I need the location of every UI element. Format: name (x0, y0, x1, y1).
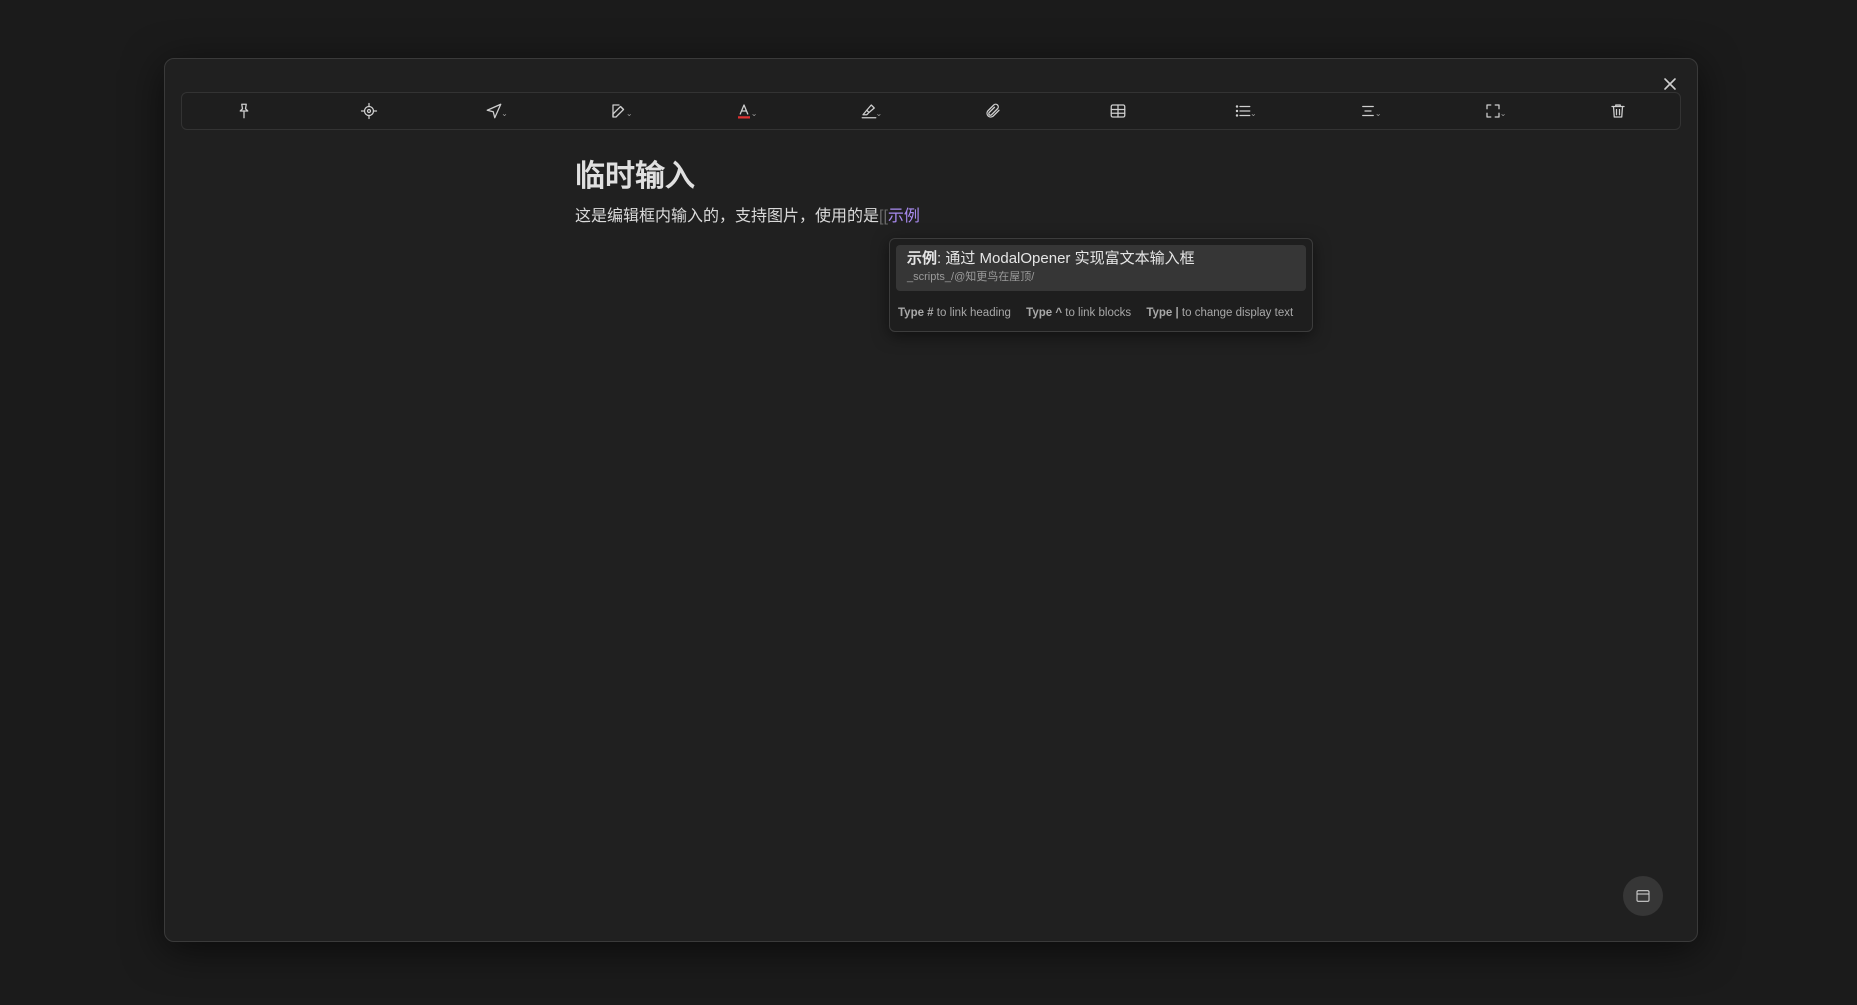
delete-button[interactable] (1598, 96, 1638, 126)
hint-key: Type | (1146, 307, 1179, 319)
link-suggestion-popup: 示例: 通过 ModalOpener 实现富文本输入框 _scripts_/@知… (889, 238, 1313, 332)
chevron-down-icon: ⌄ (501, 109, 508, 118)
suggestion-item[interactable]: 示例: 通过 ModalOpener 实现富文本输入框 _scripts_/@知… (896, 245, 1306, 291)
hint-key: Type # (898, 307, 934, 319)
chevron-down-icon: ⌄ (625, 109, 633, 118)
suggestion-match: 示例 (907, 250, 938, 267)
hint-text: to change display text (1181, 307, 1294, 319)
chevron-down-icon: ⌄ (1499, 109, 1507, 118)
editor-toolbar: ⌄ ⌄ ⌄ ⌄ ⌄ ⌄ ⌄ (181, 92, 1681, 130)
editor-paragraph[interactable]: 这是编辑框内输入的，支持图片，使用的是[[示例 (575, 206, 1335, 228)
attach-button[interactable] (973, 96, 1013, 126)
crosshair-icon (361, 102, 378, 120)
suggestion-footer: Type # to link heading Type ^ to link bl… (898, 307, 1305, 319)
locate-button[interactable] (349, 96, 389, 126)
suggestion-path: _scripts_/@知更鸟在屋顶/ (907, 271, 1035, 283)
link-query: 示例 (887, 208, 920, 225)
link-bracket: [[ (879, 208, 888, 225)
font-color-button[interactable]: ⌄ (724, 96, 764, 126)
hint-blocks: Type ^ to link blocks (1026, 307, 1131, 319)
suggestion-title-rest: : 通过 ModalOpener 实现富文本输入框 (937, 250, 1195, 267)
navigate-button[interactable]: ⌄ (474, 96, 514, 126)
pin-button[interactable] (224, 96, 264, 126)
layout-toggle-button[interactable] (1623, 876, 1663, 916)
note-title[interactable]: 临时输入 (575, 157, 1335, 196)
pin-icon (240, 103, 249, 119)
hint-key: Type ^ (1026, 307, 1063, 319)
close-icon (1664, 78, 1676, 90)
chevron-down-icon: ⌄ (1250, 109, 1257, 118)
trash-icon (1610, 104, 1625, 118)
list-button[interactable]: ⌄ (1223, 96, 1263, 126)
table-icon (1110, 104, 1126, 118)
chevron-down-icon: ⌄ (750, 109, 758, 118)
hint-text: to link heading (936, 307, 1011, 319)
chevron-down-icon: ⌄ (1374, 109, 1382, 118)
hint-heading: Type # to link heading (898, 307, 1011, 319)
hint-display-text: Type | to change display text (1146, 307, 1293, 319)
paperclip-icon (986, 103, 1001, 118)
editor-content[interactable]: 临时输入 这是编辑框内输入的，支持图片，使用的是[[示例 (575, 157, 1335, 228)
table-button[interactable] (1098, 96, 1138, 126)
hint-text: to link blocks (1065, 307, 1132, 319)
window-layout-icon (1636, 890, 1650, 902)
suggestion-title: 示例: 通过 ModalOpener 实现富文本输入框 (907, 250, 1295, 268)
modal-dialog: ⌄ ⌄ ⌄ ⌄ ⌄ ⌄ ⌄ 临时输入 这是编辑框内输入的，支持图片，使用的是[[… (164, 58, 1698, 942)
chevron-down-icon: ⌄ (875, 109, 883, 118)
fullscreen-button[interactable]: ⌄ (1473, 96, 1513, 126)
edit-button[interactable]: ⌄ (599, 96, 639, 126)
paragraph-text: 这是编辑框内输入的，支持图片，使用的是 (575, 208, 880, 225)
align-button[interactable]: ⌄ (1348, 96, 1388, 126)
highlight-button[interactable]: ⌄ (849, 96, 889, 126)
